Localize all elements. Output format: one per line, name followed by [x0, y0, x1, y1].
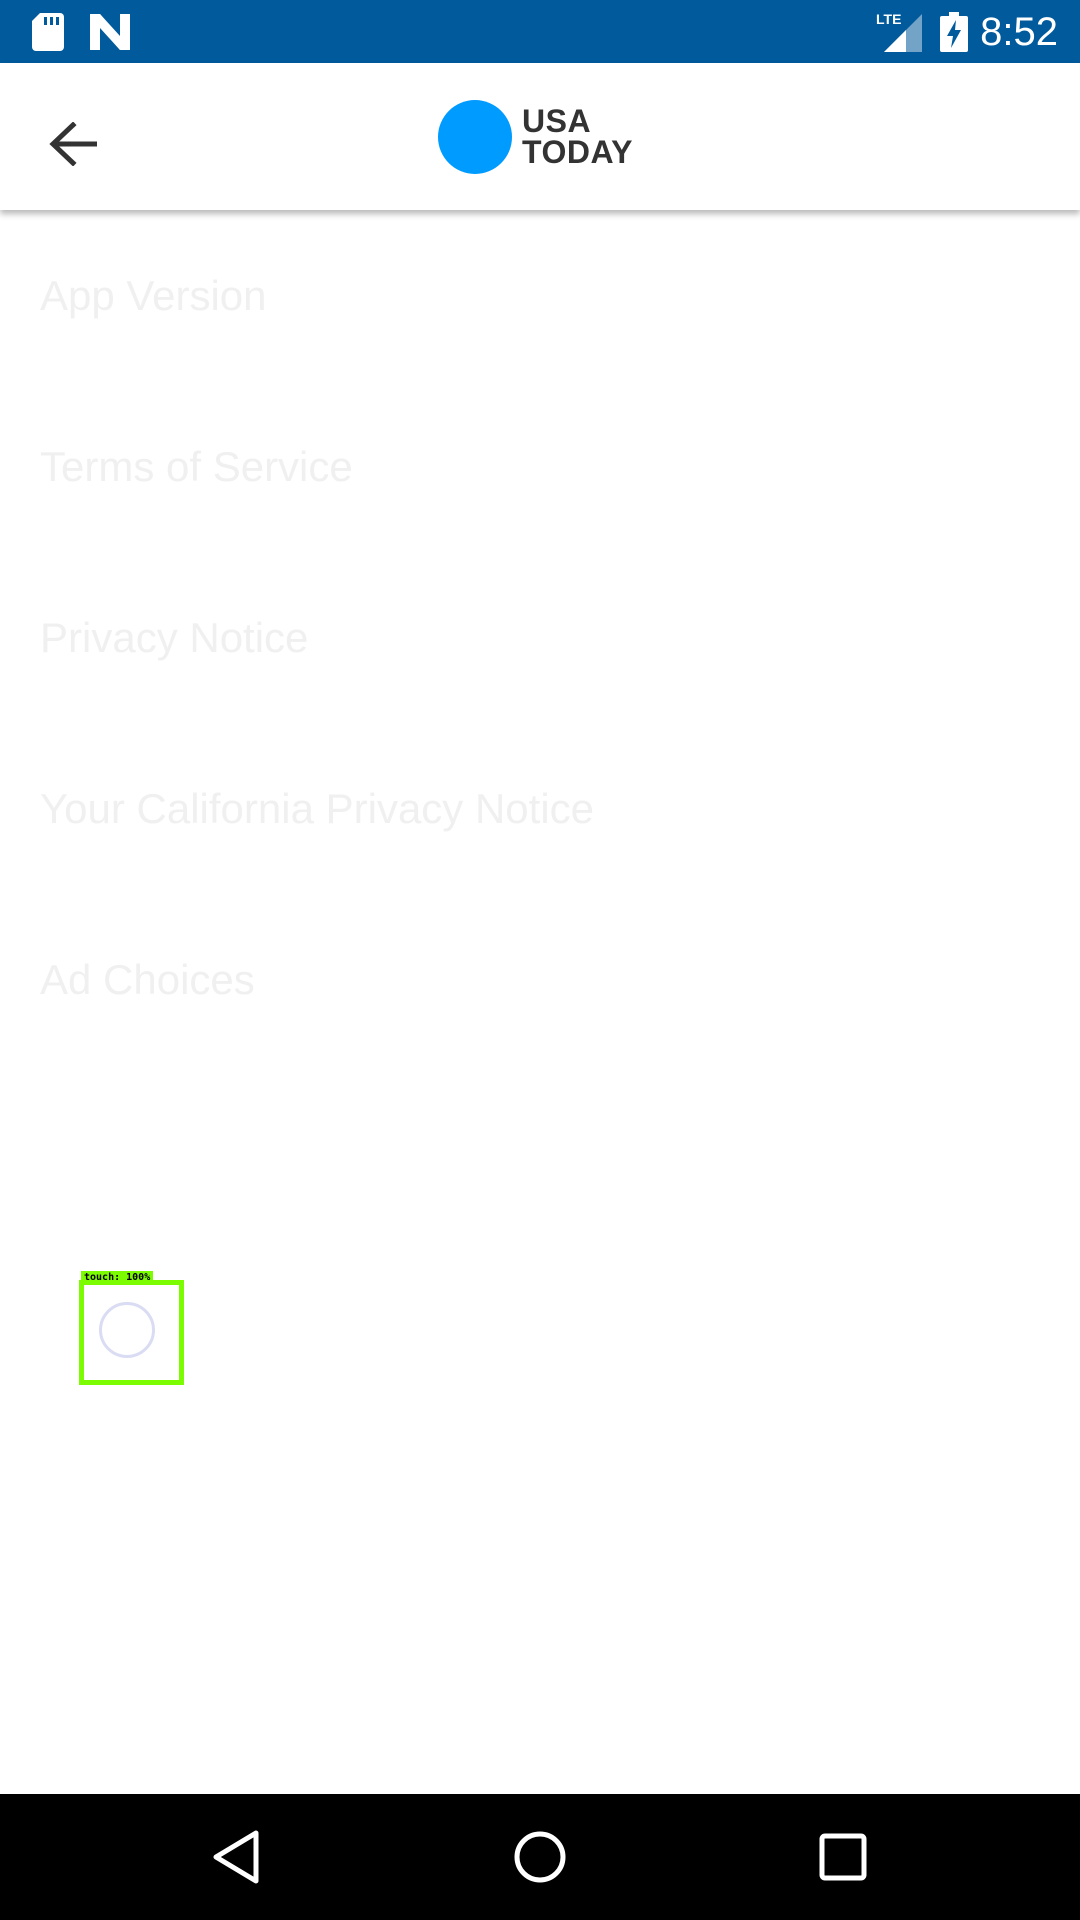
lte-label: LTE	[876, 11, 901, 27]
logo-line1: USA	[522, 103, 592, 139]
menu-item-label: App Version	[40, 271, 267, 319]
menu-item-app-version[interactable]: App Version	[0, 210, 1080, 381]
lte-signal-icon: LTE	[876, 11, 922, 52]
battery-charging-icon	[940, 12, 968, 52]
status-clock: 8:52	[980, 10, 1058, 54]
usa-today-logo: USA TODAY	[438, 99, 633, 175]
menu-item-ad-choices[interactable]: Ad Choices	[0, 894, 1080, 1065]
arrow-back-icon	[49, 122, 97, 166]
touch-point-icon	[99, 1302, 155, 1358]
logo-text: USA TODAY	[522, 103, 633, 170]
menu-item-privacy-notice[interactable]: Privacy Notice	[0, 552, 1080, 723]
menu-item-california-privacy-notice[interactable]: Your California Privacy Notice	[0, 723, 1080, 894]
recents-square-icon	[819, 1833, 867, 1881]
back-triangle-icon	[213, 1830, 259, 1884]
nav-recents-button[interactable]	[808, 1822, 878, 1892]
back-button[interactable]	[34, 105, 112, 183]
screen: LTE 8:52 USA TODAY App Version Terms of …	[0, 0, 1080, 1920]
menu-item-label: Terms of Service	[40, 442, 353, 490]
home-circle-icon	[514, 1831, 566, 1883]
menu-item-label: Ad Choices	[40, 955, 255, 1003]
status-bar: LTE 8:52	[0, 0, 1080, 63]
logo-circle	[438, 100, 512, 174]
menu-item-label: Privacy Notice	[40, 613, 309, 661]
nav-home-button[interactable]	[505, 1822, 575, 1892]
sd-card-icon	[32, 13, 64, 51]
system-nav-bar	[0, 1794, 1080, 1920]
logo-line2: TODAY	[522, 134, 633, 170]
n-notification-icon	[90, 14, 130, 50]
app-bar: USA TODAY	[0, 63, 1080, 210]
menu-item-label: Your California Privacy Notice	[40, 784, 595, 832]
menu-item-terms-of-service[interactable]: Terms of Service	[0, 381, 1080, 552]
settings-menu: App Version Terms of Service Privacy Not…	[0, 210, 1080, 1065]
nav-back-button[interactable]	[201, 1822, 271, 1892]
